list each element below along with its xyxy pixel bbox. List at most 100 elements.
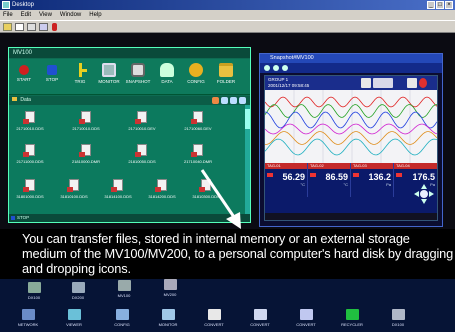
- large-icon-view-icon[interactable]: [239, 97, 246, 104]
- convert-icon: [207, 309, 221, 320]
- readout-cell: TAG-03 136.2 Pa: [351, 163, 394, 197]
- list-item[interactable]: 21710010.DDS: [11, 111, 49, 137]
- convert-desktop-icon[interactable]: CONVERT: [290, 309, 322, 327]
- menu-bar: File Edit View Window Help: [0, 10, 455, 20]
- config-button[interactable]: CONFIG: [183, 63, 209, 93]
- file-name: 31814200.DDS: [148, 194, 176, 199]
- close-button[interactable]: ×: [445, 1, 453, 9]
- folder-button[interactable]: FOLDER: [213, 63, 239, 93]
- data-file-icon: [191, 144, 203, 157]
- snapshot-button[interactable]: SNAPSHOT: [125, 63, 151, 93]
- paste-icon[interactable]: [27, 23, 36, 31]
- list-item[interactable]: 31814100.DDS: [99, 179, 137, 205]
- readout-cell: TAG-01 56.29 °C: [265, 163, 308, 197]
- minimize-button[interactable]: _: [427, 1, 435, 9]
- menu-view[interactable]: View: [39, 10, 52, 20]
- data-file-icon: [23, 144, 35, 157]
- list-item[interactable]: 21710010.DDS: [67, 111, 105, 137]
- list-item[interactable]: 31814200.DDS: [143, 179, 181, 205]
- mv100-desktop-icon[interactable]: MV100: [108, 280, 140, 298]
- viewer-icon: [67, 309, 81, 320]
- menu-file[interactable]: File: [3, 10, 13, 20]
- config-icon: [115, 309, 129, 320]
- list-item[interactable]: 21810000.DMR: [67, 144, 105, 170]
- config-label: CONFIG: [187, 79, 205, 84]
- list-item[interactable]: 21710040.DMR: [179, 144, 217, 170]
- dx200-desktop-icon[interactable]: DX200: [62, 282, 94, 300]
- data-file-icon: [67, 179, 79, 192]
- scrollbar-thumb[interactable]: [245, 109, 250, 129]
- start-button[interactable]: START: [11, 63, 37, 93]
- digital-readouts: TAG-01 56.29 °C TAG-02 86.59 °C TAG-03 1…: [265, 163, 437, 213]
- alarm-icon: [310, 173, 316, 177]
- icon-label: CONFIG: [114, 322, 130, 327]
- recorder-icon: [117, 280, 131, 291]
- viewer-desktop-icon[interactable]: VIEWER: [58, 309, 90, 327]
- refresh-icon[interactable]: [212, 97, 219, 104]
- zoom-out-icon[interactable]: [264, 65, 270, 71]
- list-item[interactable]: 21710060.DEV: [179, 111, 217, 137]
- list-item[interactable]: 31810300.DDS: [187, 179, 225, 205]
- copy-icon[interactable]: [15, 23, 24, 31]
- config-desktop-icon[interactable]: CONFIG: [106, 309, 138, 327]
- properties-icon[interactable]: [39, 23, 48, 31]
- dx100-desktop-icon[interactable]: DX100: [382, 309, 414, 327]
- convert-desktop-icon[interactable]: CONVERT: [198, 309, 230, 327]
- mv200-desktop-icon[interactable]: MV200: [154, 279, 186, 297]
- network-desktop-icon[interactable]: NETWORK: [12, 309, 44, 327]
- stop-label: STOP: [45, 77, 59, 82]
- file-name: 21710040.DMR: [183, 159, 213, 164]
- readout-unit: °C: [343, 182, 349, 187]
- recycler-desktop-icon[interactable]: RECYCLER: [336, 309, 368, 327]
- tag-label: TAG-02: [308, 163, 350, 169]
- trig-label: TRIG: [74, 79, 86, 84]
- readout-cell: TAG-02 86.59 °C: [308, 163, 351, 197]
- list-item[interactable]: 21810050.DDS: [123, 144, 161, 170]
- detail-view-icon[interactable]: [230, 97, 237, 104]
- trig-button[interactable]: TRIG: [67, 63, 93, 93]
- trend-line: [264, 138, 438, 156]
- trend-graph: [264, 90, 438, 163]
- icon-label: CONVERT: [204, 322, 224, 327]
- icon-label: MV100: [117, 293, 131, 298]
- dx100-desktop-icon[interactable]: DX100: [18, 282, 50, 300]
- list-item[interactable]: 31810100.DDS: [55, 179, 93, 205]
- alarm-icon: [353, 173, 359, 177]
- file-name: 21710060.DEV: [184, 126, 212, 131]
- snapshot-window[interactable]: Snapshot#MV100 GROUP 1 2001/12/17 09:58:…: [259, 53, 443, 227]
- snapshot-window-title: Snapshot#MV100: [260, 54, 442, 63]
- group-name: GROUP 1: [268, 77, 289, 82]
- title-bar: Desktop _ □ ×: [0, 0, 455, 10]
- mv100-window-title: MV100: [9, 48, 250, 58]
- recorder-icon: [163, 279, 177, 290]
- navigation-pad-icon[interactable]: [414, 184, 434, 204]
- list-item[interactable]: 31801000.DDS: [11, 179, 49, 205]
- tool-icon-row: START STOP TRIG MONITOR SNAPSHOT DATA CO…: [9, 59, 250, 95]
- menu-help[interactable]: Help: [89, 10, 101, 20]
- list-view-icon[interactable]: [221, 97, 228, 104]
- stop-button[interactable]: STOP: [39, 63, 65, 93]
- icon-label: VIEWER: [66, 322, 82, 327]
- disk-icon: [407, 78, 417, 88]
- menu-edit[interactable]: Edit: [21, 10, 31, 20]
- data-file-icon: [79, 111, 91, 124]
- file-name: 31814100.DDS: [104, 194, 132, 199]
- maximize-button[interactable]: □: [436, 1, 444, 9]
- data-button[interactable]: DATA: [154, 63, 180, 93]
- stop-icon: [47, 65, 57, 75]
- recorder-icon: [391, 309, 405, 320]
- list-item[interactable]: 21711000.DDS: [11, 144, 49, 170]
- zoom-fit-icon[interactable]: [282, 65, 288, 71]
- monitor-desktop-icon[interactable]: MONITOR: [152, 309, 184, 327]
- vertical-scrollbar[interactable]: [245, 105, 250, 215]
- list-item[interactable]: 21710010.DEV: [123, 111, 161, 137]
- monitor-button[interactable]: MONITOR: [96, 63, 122, 93]
- menu-window[interactable]: Window: [60, 10, 81, 20]
- tag-label: TAG-03: [351, 163, 393, 169]
- status-text: STOP: [17, 215, 30, 220]
- help-icon[interactable]: [52, 23, 57, 31]
- zoom-in-icon[interactable]: [273, 65, 279, 71]
- mv100-window[interactable]: MV100 START STOP TRIG MONITOR SNAPSHOT D…: [8, 47, 251, 223]
- open-icon[interactable]: [3, 23, 12, 31]
- convert-desktop-icon[interactable]: CONVERT: [244, 309, 276, 327]
